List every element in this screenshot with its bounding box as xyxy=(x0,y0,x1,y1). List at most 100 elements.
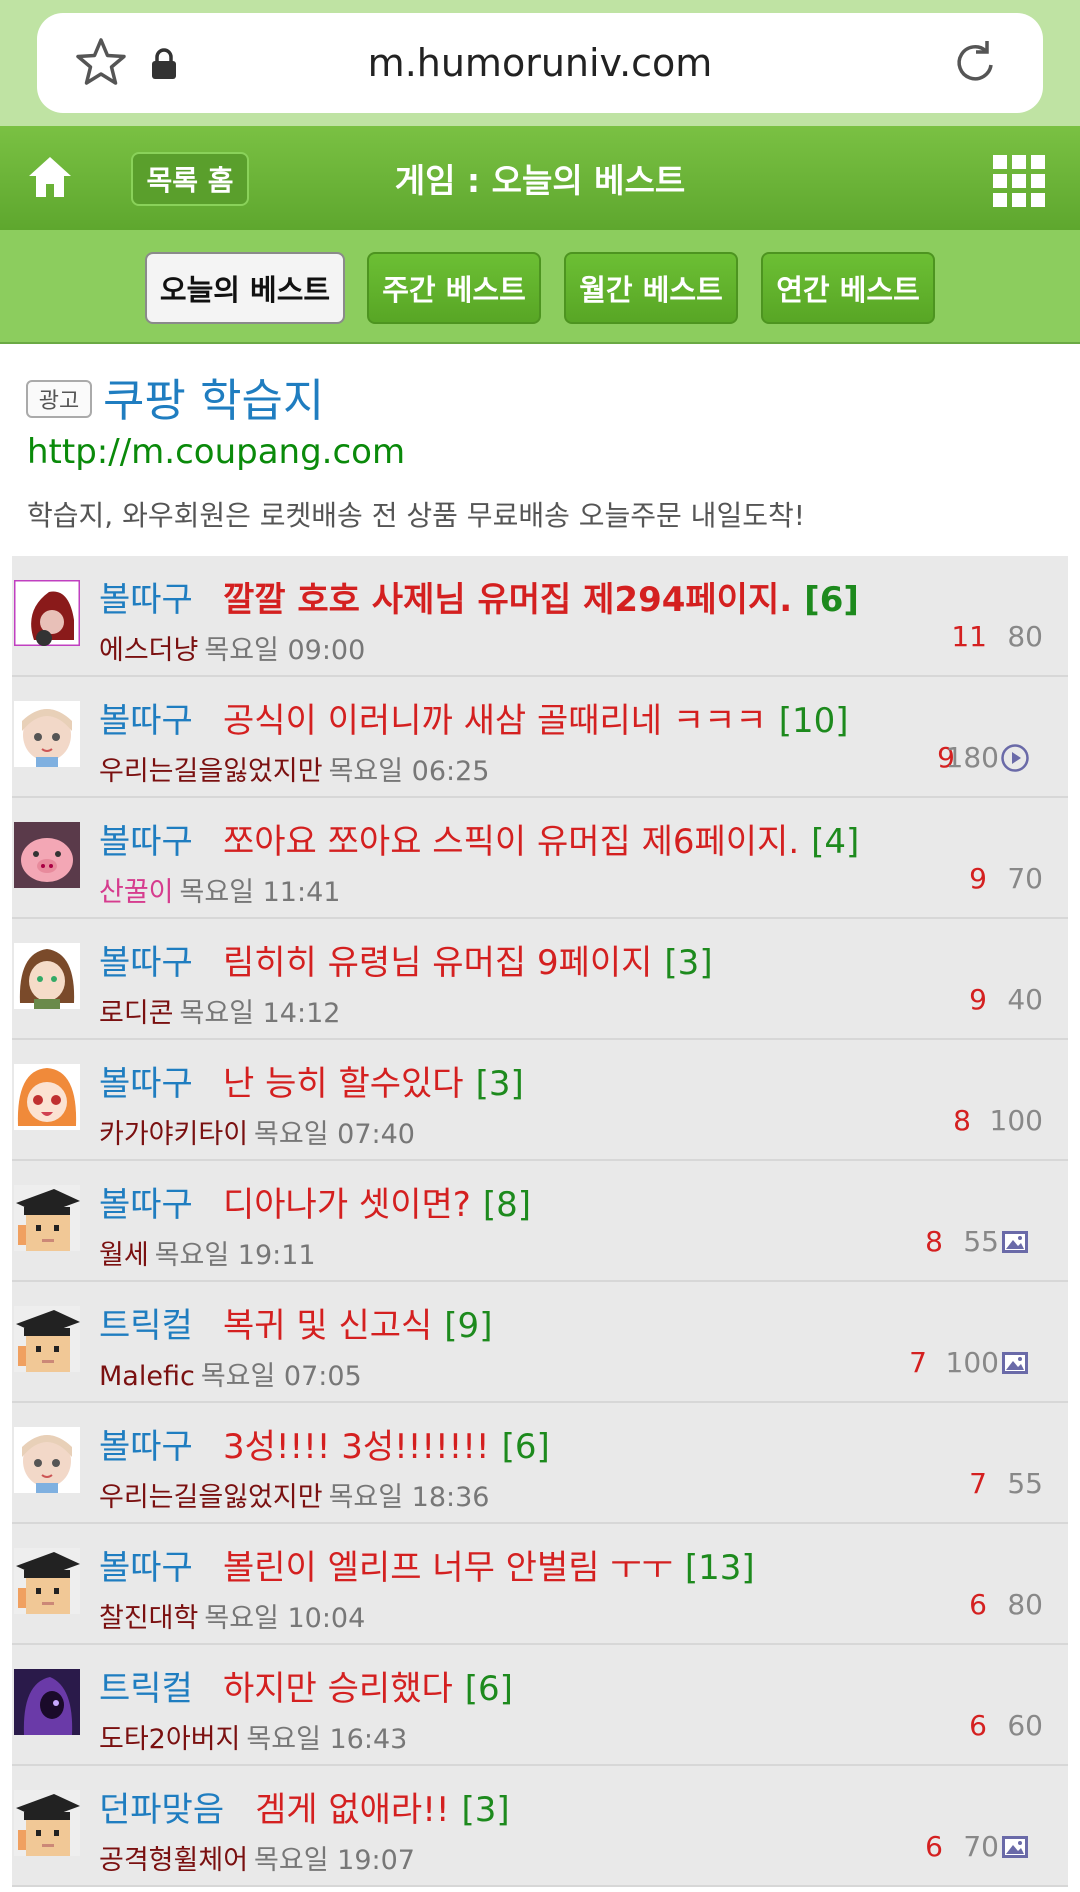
post-title-text[interactable]: 깔깔 호호 사제님 유머집 제294페이지. xyxy=(223,580,792,620)
post-category[interactable]: 볼따구 xyxy=(99,693,193,742)
post-author[interactable]: 도타2아버지 xyxy=(99,1724,240,1755)
post-time: 목요일 06:25 xyxy=(328,756,490,787)
post-title[interactable]: 볼린이 엘리프 너무 안벌림 ㅜㅜ [13] xyxy=(223,1540,755,1589)
ad-url[interactable]: http://m.coupang.com xyxy=(27,432,405,472)
post-category[interactable]: 볼따구 xyxy=(99,1419,193,1468)
post-author[interactable]: 산꿀이 xyxy=(99,877,174,908)
anime-girl-avatar[interactable] xyxy=(14,1427,80,1493)
post-author[interactable]: 찰진대학 xyxy=(99,1603,198,1634)
comment-count: [6] xyxy=(464,1669,513,1709)
recommend-count: 11 xyxy=(951,620,987,653)
orange-hair-avatar[interactable] xyxy=(14,1064,80,1130)
post-row[interactable]: 볼따구 3성!!!! 3성!!!!!!! [6] 우리는길을잃었지만 목요일 18:36… xyxy=(12,1403,1068,1524)
post-title[interactable]: 깔깔 호호 사제님 유머집 제294페이지. [6] xyxy=(223,572,859,621)
post-title-text[interactable]: 볼린이 엘리프 너무 안벌림 ㅜㅜ xyxy=(223,1548,673,1588)
view-count: 40 xyxy=(1007,983,1043,1016)
anime-girl-avatar[interactable] xyxy=(14,701,80,767)
post-meta: 월세 목요일 19:11 xyxy=(99,1233,316,1272)
post-row[interactable]: 볼따구 디아나가 셋이면? [8] 월세 목요일 19:11 8 55 xyxy=(12,1161,1068,1282)
page-title: 게임 : 오늘의 베스트 xyxy=(394,161,686,200)
reload-icon[interactable] xyxy=(947,35,1003,91)
image-icon xyxy=(1000,1348,1030,1378)
post-time: 목요일 10:04 xyxy=(204,1603,366,1634)
post-title[interactable]: 3성!!!! 3성!!!!!!! [6] xyxy=(223,1419,550,1468)
post-row[interactable]: 볼따구 깔깔 호호 사제님 유머집 제294페이지. [6] 에스더냥 목요일 09:0… xyxy=(12,556,1068,677)
post-author[interactable]: 에스더냥 xyxy=(99,635,198,666)
post-row[interactable]: 볼따구 난 능히 할수있다 [3] 카가야키타이 목요일 07:40 8 100 xyxy=(12,1040,1068,1161)
tab-weekly-best[interactable]: 주간 베스트 xyxy=(367,252,541,324)
pig-avatar[interactable] xyxy=(14,822,80,888)
ad-title[interactable]: 쿠팡 학습지 xyxy=(103,364,324,429)
post-title[interactable]: 복귀 및 신고식 [9] xyxy=(223,1298,492,1347)
post-title[interactable]: 디아나가 셋이면? [8] xyxy=(223,1177,531,1226)
tab-yearly-best[interactable]: 연간 베스트 xyxy=(761,252,935,324)
post-category[interactable]: 볼따구 xyxy=(99,1056,193,1105)
graduate-avatar[interactable] xyxy=(14,1185,80,1251)
post-category[interactable]: 볼따구 xyxy=(99,935,193,984)
post-meta: 산꿀이 목요일 11:41 xyxy=(99,870,340,909)
tab-today-best[interactable]: 오늘의 베스트 xyxy=(145,252,345,324)
post-author[interactable]: 우리는길을잃었지만 xyxy=(99,756,323,787)
post-row[interactable]: 트릭컬 복귀 및 신고식 [9] Malefic 목요일 07:05 7 100 xyxy=(12,1282,1068,1403)
redhood-avatar[interactable] xyxy=(14,580,80,646)
post-row[interactable]: 트릭컬 하지만 승리했다 [6] 도타2아버지 목요일 16:43 6 60 xyxy=(12,1645,1068,1766)
post-title-text[interactable]: 3성!!!! 3성!!!!!!! xyxy=(223,1427,490,1467)
post-title-text[interactable]: 하지만 승리했다 xyxy=(223,1669,453,1709)
post-title-text[interactable]: 림히히 유령님 유머집 9페이지 xyxy=(223,943,652,983)
address-bar[interactable]: m.humoruniv.com xyxy=(37,13,1043,113)
post-title[interactable]: 공식이 이러니까 새삼 골때리네 ㅋㅋㅋ [10] xyxy=(223,693,849,742)
view-count: 60 xyxy=(1007,1709,1043,1742)
post-meta: 우리는길을잃었지만 목요일 18:36 xyxy=(99,1475,489,1514)
post-author[interactable]: Malefic xyxy=(99,1361,195,1392)
post-row[interactable]: 던파맞음 겜게 없애라!! [3] 공격형휠체어 목요일 19:07 6 70 xyxy=(12,1766,1068,1887)
comment-count: [8] xyxy=(482,1185,531,1225)
period-tabs: 오늘의 베스트 주간 베스트 월간 베스트 연간 베스트 xyxy=(0,230,1080,344)
post-meta: 카가야키타이 목요일 07:40 xyxy=(99,1112,415,1151)
post-category[interactable]: 볼따구 xyxy=(99,1540,193,1589)
post-category[interactable]: 던파맞음 xyxy=(99,1782,224,1831)
post-time: 목요일 18:36 xyxy=(328,1482,490,1513)
post-title-text[interactable]: 난 능히 할수있다 xyxy=(223,1064,464,1104)
post-title-text[interactable]: 복귀 및 신고식 xyxy=(223,1306,432,1346)
image-icon xyxy=(1000,1832,1030,1862)
brown-hair-avatar[interactable] xyxy=(14,943,80,1009)
post-title[interactable]: 쪼아요 쪼아요 스픽이 유머집 제6페이지. [4] xyxy=(223,814,859,863)
post-row[interactable]: 볼따구 볼린이 엘리프 너무 안벌림 ㅜㅜ [13] 찰진대학 목요일 10:04 6 80 xyxy=(12,1524,1068,1645)
post-title-text[interactable]: 겜게 없애라!! xyxy=(255,1790,449,1830)
post-row[interactable]: 볼따구 쪼아요 쪼아요 스픽이 유머집 제6페이지. [4] 산꿀이 목요일 11:41… xyxy=(12,798,1068,919)
post-category[interactable]: 볼따구 xyxy=(99,1177,193,1226)
post-title-text[interactable]: 쪼아요 쪼아요 스픽이 유머집 제6페이지. xyxy=(223,822,799,862)
post-title-text[interactable]: 공식이 이러니까 새삼 골때리네 ㅋㅋㅋ xyxy=(223,701,767,741)
tab-monthly-best[interactable]: 월간 베스트 xyxy=(564,252,738,324)
purple-hood-avatar[interactable] xyxy=(14,1669,80,1735)
post-category[interactable]: 트릭컬 xyxy=(99,1298,193,1347)
post-title-text[interactable]: 디아나가 셋이면? xyxy=(223,1185,471,1225)
post-row[interactable]: 볼따구 림히히 유령님 유머집 9페이지 [3] 로디콘 목요일 14:12 9 40 xyxy=(12,919,1068,1040)
post-author[interactable]: 월세 xyxy=(99,1240,149,1271)
post-title[interactable]: 겜게 없애라!! [3] xyxy=(255,1782,510,1831)
post-category[interactable]: 볼따구 xyxy=(99,572,193,621)
recommend-count: 6 xyxy=(969,1709,987,1742)
post-title[interactable]: 하지만 승리했다 [6] xyxy=(223,1661,513,1710)
post-category[interactable]: 볼따구 xyxy=(99,814,193,863)
post-author[interactable]: 로디콘 xyxy=(99,998,174,1029)
comment-count: [3] xyxy=(461,1790,510,1830)
graduate-avatar[interactable] xyxy=(14,1548,80,1614)
ad-banner[interactable]: 광고 쿠팡 학습지 http://m.coupang.com 학습지, 와우회원… xyxy=(0,344,1080,560)
post-category[interactable]: 트릭컬 xyxy=(99,1661,193,1710)
graduate-avatar[interactable] xyxy=(14,1790,80,1856)
post-title[interactable]: 림히히 유령님 유머집 9페이지 [3] xyxy=(223,935,713,984)
post-meta: 우리는길을잃었지만 목요일 06:25 xyxy=(99,749,489,788)
post-author[interactable]: 카가야키타이 xyxy=(99,1119,248,1150)
post-meta: 도타2아버지 목요일 16:43 xyxy=(99,1717,407,1756)
recommend-count: 9 xyxy=(969,983,987,1016)
post-title[interactable]: 난 능히 할수있다 [3] xyxy=(223,1056,524,1105)
view-count: 180 xyxy=(945,741,999,774)
post-row[interactable]: 볼따구 공식이 이러니까 새삼 골때리네 ㅋㅋㅋ [10] 우리는길을잃었지만 목요일 … xyxy=(12,677,1068,798)
grid-menu-icon[interactable] xyxy=(993,155,1045,207)
post-author[interactable]: 우리는길을잃었지만 xyxy=(99,1482,323,1513)
ad-tag: 광고 xyxy=(26,380,92,418)
comment-count: [6] xyxy=(804,580,859,620)
graduate-avatar[interactable] xyxy=(14,1306,80,1372)
post-author[interactable]: 공격형휠체어 xyxy=(99,1845,248,1876)
